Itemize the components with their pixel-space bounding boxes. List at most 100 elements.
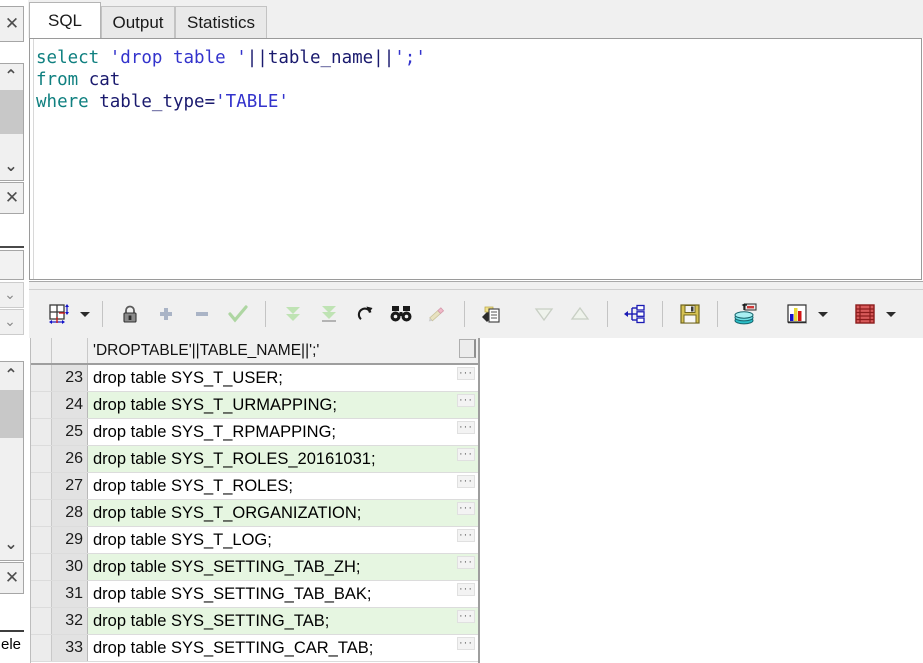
- close-icon: ✕: [4, 187, 20, 208]
- close-icon: ✕: [4, 13, 20, 34]
- tab-output[interactable]: Output: [101, 6, 175, 38]
- table-row[interactable]: 31 drop table SYS_SETTING_TAB_BAK; ···: [31, 581, 478, 608]
- row-selector-cell[interactable]: [31, 392, 52, 418]
- edge-close-button-2[interactable]: ✕: [0, 182, 24, 214]
- row-value-cell[interactable]: drop table SYS_SETTING_CAR_TAB;: [88, 635, 478, 661]
- copy-to-clipboard-icon[interactable]: [477, 299, 507, 329]
- edge-chevron-button-2[interactable]: ⌄: [0, 309, 24, 335]
- export-data-icon[interactable]: [730, 299, 760, 329]
- toolbar-separator: [464, 301, 465, 327]
- table-row[interactable]: 28 drop table SYS_T_ORGANIZATION; ···: [31, 500, 478, 527]
- row-selector-cell[interactable]: [31, 473, 52, 499]
- cell-editor-ellipsis-button[interactable]: ···: [457, 367, 475, 380]
- cell-editor-ellipsis-button[interactable]: ···: [457, 448, 475, 461]
- sql-code-text[interactable]: select 'drop table '||table_name||';' fro…: [36, 47, 426, 113]
- grid-view-dropdown-caret[interactable]: [883, 300, 899, 328]
- chart-icon[interactable]: [782, 299, 812, 329]
- row-value-cell[interactable]: drop table SYS_T_ORGANIZATION;: [88, 500, 478, 526]
- scrollbar-thumb[interactable]: [0, 90, 23, 134]
- cell-editor-ellipsis-button[interactable]: ···: [457, 475, 475, 488]
- edge-chevron-button-1[interactable]: ⌄: [0, 282, 24, 308]
- edge-scrollbar-1[interactable]: ⌃ ⌄: [0, 63, 24, 181]
- cell-editor-ellipsis-button[interactable]: ···: [457, 610, 475, 623]
- grid-resize-dropdown-caret[interactable]: [77, 300, 93, 328]
- column-header-expression[interactable]: 'DROPTABLE'||TABLE_NAME||';': [88, 338, 478, 363]
- row-value-cell[interactable]: drop table SYS_SETTING_TAB;: [88, 608, 478, 634]
- row-value-cell[interactable]: drop table SYS_T_USER;: [88, 365, 478, 391]
- results-grid[interactable]: 'DROPTABLE'||TABLE_NAME||';' 23 drop tabl…: [30, 338, 480, 663]
- edge-close-button-1[interactable]: ✕: [0, 6, 24, 42]
- table-row[interactable]: 33 drop table SYS_SETTING_CAR_TAB; ···: [31, 635, 478, 662]
- grid-corner-button[interactable]: [459, 339, 476, 358]
- edge-button-1[interactable]: [0, 250, 24, 280]
- row-value-cell[interactable]: drop table SYS_SETTING_TAB_ZH;: [88, 554, 478, 580]
- tab-sql[interactable]: SQL: [29, 2, 101, 38]
- row-selector-cell[interactable]: [31, 419, 52, 445]
- edge-scrollbar-2[interactable]: ⌃ ⌄: [0, 361, 24, 561]
- table-row[interactable]: 32 drop table SYS_SETTING_TAB; ···: [31, 608, 478, 635]
- binoculars-icon[interactable]: [386, 299, 416, 329]
- scrollbar-thumb[interactable]: [0, 390, 23, 438]
- save-icon[interactable]: [675, 299, 705, 329]
- table-row[interactable]: 25 drop table SYS_T_RPMAPPING; ···: [31, 419, 478, 446]
- row-selector-cell[interactable]: [31, 365, 52, 391]
- row-number: 32: [52, 608, 88, 634]
- lock-icon[interactable]: [115, 299, 145, 329]
- chevron-up-icon[interactable]: ⌃: [0, 66, 22, 86]
- row-value-cell[interactable]: drop table SYS_T_RPMAPPING;: [88, 419, 478, 445]
- row-number: 26: [52, 446, 88, 472]
- row-selector-cell[interactable]: [31, 608, 52, 634]
- sql-token: 'TABLE': [215, 92, 289, 112]
- toolbar-separator: [102, 301, 103, 327]
- row-selector-cell[interactable]: [31, 446, 52, 472]
- plus-icon: [151, 299, 181, 329]
- row-number: 24: [52, 392, 88, 418]
- chevron-down-icon[interactable]: ⌄: [0, 534, 22, 554]
- row-selector-cell[interactable]: [31, 635, 52, 661]
- sql-code-line: where table_type='TABLE': [36, 91, 426, 113]
- cell-editor-ellipsis-button[interactable]: ···: [457, 556, 475, 569]
- panel-splitter[interactable]: [29, 281, 923, 290]
- row-selector-cell[interactable]: [31, 581, 52, 607]
- grid-resize-icon[interactable]: [44, 299, 74, 329]
- cell-editor-ellipsis-button[interactable]: ···: [457, 583, 475, 596]
- row-number: 28: [52, 500, 88, 526]
- chevron-down-icon[interactable]: ⌄: [0, 156, 22, 176]
- table-row[interactable]: 30 drop table SYS_SETTING_TAB_ZH; ···: [31, 554, 478, 581]
- cell-editor-ellipsis-button[interactable]: ···: [457, 394, 475, 407]
- row-selector-cell[interactable]: [31, 500, 52, 526]
- sql-token: from: [36, 70, 79, 90]
- cell-editor-ellipsis-button[interactable]: ···: [457, 637, 475, 650]
- table-row[interactable]: 26 drop table SYS_T_ROLES_20161031; ···: [31, 446, 478, 473]
- table-row[interactable]: 23 drop table SYS_T_USER; ···: [31, 365, 478, 392]
- table-row[interactable]: 27 drop table SYS_T_ROLES; ···: [31, 473, 478, 500]
- cell-editor-ellipsis-button[interactable]: ···: [457, 421, 475, 434]
- row-value-cell[interactable]: drop table SYS_T_LOG;: [88, 527, 478, 553]
- table-row[interactable]: 29 drop table SYS_T_LOG; ···: [31, 527, 478, 554]
- toolbar-separator: [662, 301, 663, 327]
- cell-editor-ellipsis-button[interactable]: ···: [457, 502, 475, 515]
- sql-code-line: from cat: [36, 69, 426, 91]
- tab-statistics[interactable]: Statistics: [175, 6, 267, 38]
- row-selector-cell[interactable]: [31, 527, 52, 553]
- sql-code-line: select 'drop table '||table_name||';': [36, 47, 426, 69]
- chevron-up-icon[interactable]: ⌃: [0, 365, 22, 385]
- hierarchy-icon[interactable]: [620, 299, 650, 329]
- check-icon: [223, 299, 253, 329]
- tab-strip: SQL Output Statistics: [28, 0, 923, 38]
- row-value-cell[interactable]: drop table SYS_SETTING_TAB_BAK;: [88, 581, 478, 607]
- row-value-cell[interactable]: drop table SYS_T_URMAPPING;: [88, 392, 478, 418]
- minus-icon: [187, 299, 217, 329]
- edge-close-button-3[interactable]: ✕: [0, 562, 24, 594]
- refresh-icon[interactable]: [350, 299, 380, 329]
- chart-dropdown-caret[interactable]: [815, 300, 831, 328]
- row-value-cell[interactable]: drop table SYS_T_ROLES_20161031;: [88, 446, 478, 472]
- cell-editor-ellipsis-button[interactable]: ···: [457, 529, 475, 542]
- sql-editor[interactable]: select 'drop table '||table_name||';' fro…: [29, 38, 922, 280]
- row-selector-cell[interactable]: [31, 554, 52, 580]
- grid-view-icon[interactable]: [850, 299, 880, 329]
- table-row[interactable]: 24 drop table SYS_T_URMAPPING; ···: [31, 392, 478, 419]
- grid-body: 23 drop table SYS_T_USER; ··· 24 drop table …: [31, 365, 478, 662]
- row-value-cell[interactable]: drop table SYS_T_ROLES;: [88, 473, 478, 499]
